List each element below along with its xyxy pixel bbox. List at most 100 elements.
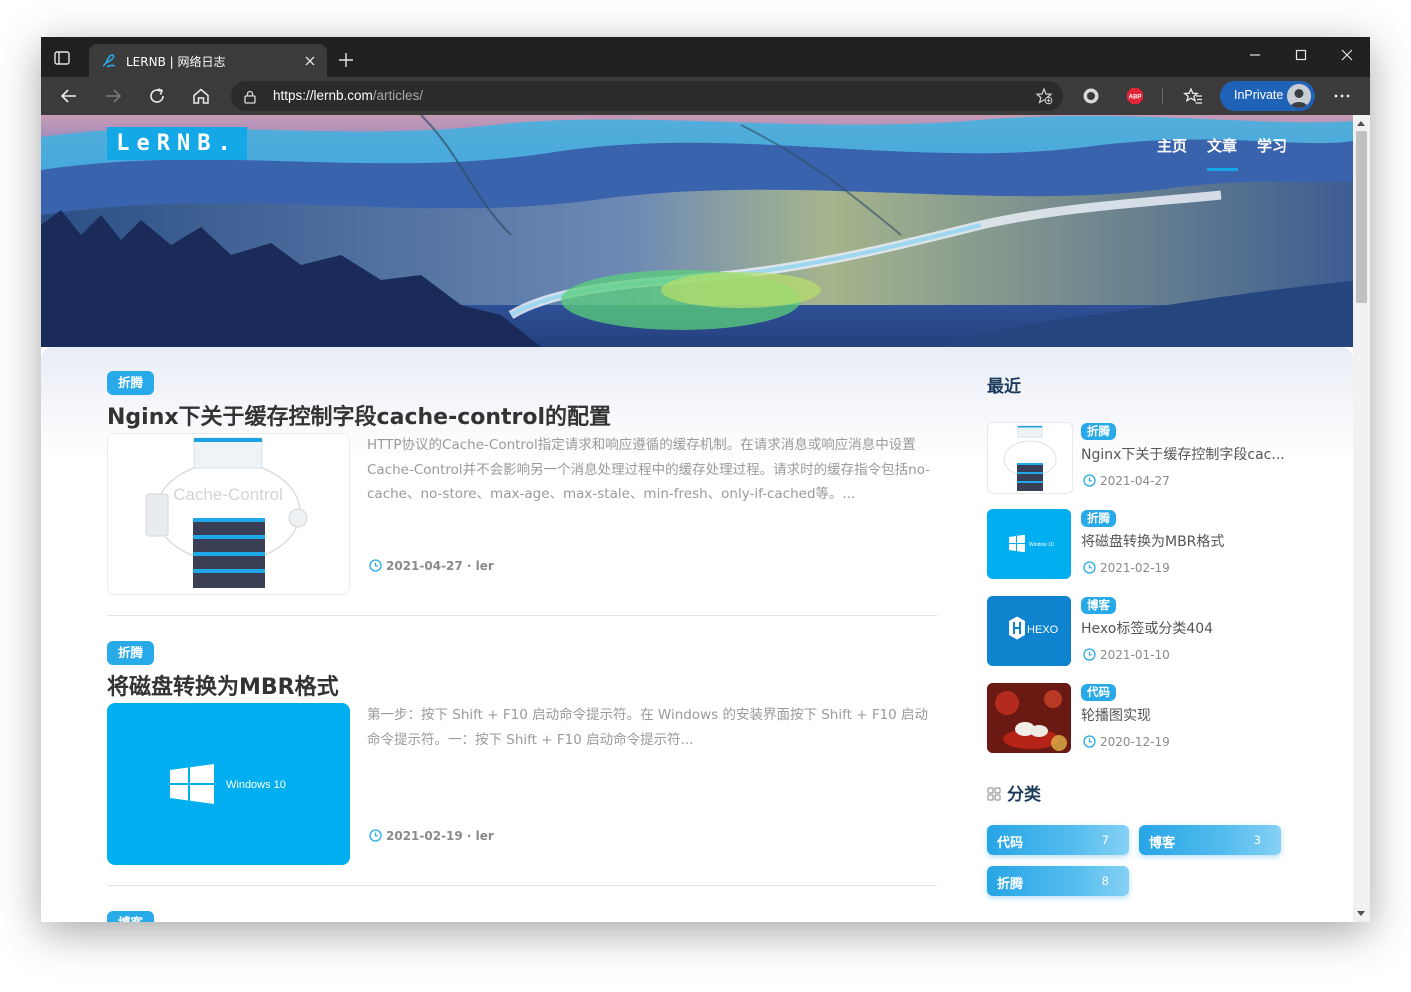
clock-icon xyxy=(1083,648,1096,661)
site-favicon-icon xyxy=(101,53,117,69)
recent-date-text: 2021-02-19 xyxy=(1100,561,1170,575)
article-thumbnail[interactable]: Cache-Control xyxy=(107,433,350,595)
article-thumbnail[interactable]: Windows 10 xyxy=(107,703,350,865)
recent-heading: 最近 xyxy=(987,377,1021,397)
recent-title[interactable]: 轮播图实现 xyxy=(1081,705,1285,725)
maximize-icon[interactable] xyxy=(1289,45,1313,65)
article-divider xyxy=(107,885,937,886)
header-banner: LeRNB. 主页 文章 学习 xyxy=(41,115,1353,347)
page-viewport: LeRNB. 主页 文章 学习 折腾 Nginx下关于缓存控制字段cache-c… xyxy=(41,115,1353,922)
recent-thumbnail[interactable] xyxy=(987,422,1073,494)
more-options-icon[interactable] xyxy=(1332,86,1352,106)
refresh-icon[interactable] xyxy=(147,86,167,106)
article-card: 折腾 将磁盘转换为MBR格式 Windows 10 第一步：按下 Shift +… xyxy=(107,641,937,886)
tab-actions-icon[interactable] xyxy=(53,49,71,67)
new-tab-icon[interactable] xyxy=(337,51,355,69)
nav-active-indicator xyxy=(1207,168,1238,171)
recent-tag[interactable]: 折腾 xyxy=(1081,423,1116,440)
scroll-down-arrow-icon[interactable] xyxy=(1357,911,1365,916)
adblock-icon[interactable]: ABP xyxy=(1125,86,1145,106)
back-icon[interactable] xyxy=(59,86,79,106)
clock-icon xyxy=(369,829,382,842)
extension-record-icon[interactable] xyxy=(1081,86,1101,106)
address-bar[interactable]: https://lernb.com/articles/ xyxy=(231,81,1063,111)
category-chip[interactable]: 折腾 8 xyxy=(987,866,1129,896)
home-icon[interactable] xyxy=(191,86,211,106)
lock-icon[interactable] xyxy=(243,89,257,104)
article-tag[interactable]: 折腾 xyxy=(107,371,155,395)
recent-item[interactable]: Window 10 折腾 将磁盘转换为MBR格式 2021-02-19 xyxy=(987,509,1287,581)
clock-icon xyxy=(1083,561,1096,574)
recent-date-text: 2021-04-27 xyxy=(1100,474,1170,488)
close-tab-icon[interactable] xyxy=(301,52,319,70)
nav-home[interactable]: 主页 xyxy=(1157,135,1187,156)
browser-tab[interactable]: LERNB | 网络日志 xyxy=(89,44,327,78)
page-scrollbar[interactable] xyxy=(1353,115,1370,922)
category-count: 3 xyxy=(1253,833,1261,847)
recent-date: 2021-04-27 xyxy=(1083,474,1170,488)
thumb-caption: Cache-Control xyxy=(173,485,283,504)
recent-item[interactable]: HEXO 博客 Hexo标签或分类404 2021-01-10 xyxy=(987,596,1287,668)
clock-icon xyxy=(1083,474,1096,487)
category-name: 代码 xyxy=(997,836,1024,851)
cache-control-illustration: Cache-Control xyxy=(108,434,349,594)
nav-learn[interactable]: 学习 xyxy=(1257,135,1287,156)
recent-date-text: 2021-01-10 xyxy=(1100,648,1170,662)
title-bar: LERNB | 网络日志 xyxy=(41,37,1370,78)
recent-title[interactable]: Hexo标签或分类404 xyxy=(1081,618,1285,638)
article-card: 博客 xyxy=(107,911,937,922)
recent-item[interactable]: 折腾 Nginx下关于缓存控制字段cac... 2021-04-27 xyxy=(987,422,1287,494)
inprivate-button[interactable]: InPrivate xyxy=(1220,81,1315,111)
category-name: 博客 xyxy=(1149,836,1176,851)
url-host: https://lernb.com xyxy=(273,88,373,103)
inprivate-label: InPrivate xyxy=(1234,88,1284,102)
scroll-up-arrow-icon[interactable] xyxy=(1357,121,1365,126)
category-chip[interactable]: 代码 7 xyxy=(987,825,1129,855)
scrollbar-thumb[interactable] xyxy=(1356,131,1367,303)
forward-icon[interactable] xyxy=(103,86,123,106)
clock-icon xyxy=(369,559,382,572)
recent-tag[interactable]: 折腾 xyxy=(1081,510,1116,527)
categories-heading: 分类 xyxy=(1007,785,1041,805)
recent-thumb-caption: HEXO xyxy=(1027,624,1059,636)
url-text: https://lernb.com/articles/ xyxy=(273,88,423,103)
thumb-caption: Windows 10 xyxy=(226,779,286,791)
favorites-icon[interactable] xyxy=(1183,86,1203,106)
recent-date: 2021-02-19 xyxy=(1083,561,1170,575)
category-name: 折腾 xyxy=(997,877,1024,892)
article-title[interactable]: 将磁盘转换为MBR格式 xyxy=(107,669,339,701)
main-content: 折腾 Nginx下关于缓存控制字段cache-control的配置 Cache-… xyxy=(41,347,1353,922)
recent-tag[interactable]: 博客 xyxy=(1081,597,1116,614)
article-tag[interactable]: 博客 xyxy=(107,911,155,922)
browser-window: LERNB | 网络日志 https://lernb.com/articles/… xyxy=(41,37,1370,922)
article-meta-text: 2021-04-27 · ler xyxy=(386,559,494,573)
nav-articles[interactable]: 文章 xyxy=(1207,135,1237,156)
recent-thumb-caption: Window 10 xyxy=(1029,542,1054,548)
recent-thumbnail[interactable]: Window 10 xyxy=(987,509,1071,579)
article-excerpt: HTTP协议的Cache-Control指定请求和响应遵循的缓存机制。在请求消息… xyxy=(367,437,931,502)
clock-icon xyxy=(1083,735,1096,748)
recent-thumbnail[interactable]: HEXO xyxy=(987,596,1071,666)
category-chip[interactable]: 博客 3 xyxy=(1139,825,1281,855)
article-title[interactable]: Nginx下关于缓存控制字段cache-control的配置 xyxy=(107,399,611,431)
category-count: 7 xyxy=(1101,833,1109,847)
profile-avatar[interactable] xyxy=(1287,84,1311,108)
minimize-icon[interactable] xyxy=(1243,45,1267,65)
site-logo[interactable]: LeRNB. xyxy=(107,127,247,160)
recent-thumbnail[interactable] xyxy=(987,683,1071,753)
grid-icon xyxy=(987,786,1001,801)
article-tag[interactable]: 折腾 xyxy=(107,641,155,665)
article-meta: 2021-04-27 · ler xyxy=(369,559,494,573)
close-window-icon[interactable] xyxy=(1335,45,1359,65)
category-count: 8 xyxy=(1101,874,1109,888)
windows-illustration: Windows 10 xyxy=(108,704,349,864)
article-excerpt: 第一步：按下 Shift + F10 启动命令提示符。在 Windows 的安装… xyxy=(367,707,929,748)
recent-title[interactable]: 将磁盘转换为MBR格式 xyxy=(1081,531,1285,551)
tab-title: LERNB | 网络日志 xyxy=(126,55,226,69)
add-favorite-icon[interactable] xyxy=(1035,87,1053,105)
recent-date: 2020-12-19 xyxy=(1083,735,1170,749)
recent-tag[interactable]: 代码 xyxy=(1081,684,1116,701)
recent-item[interactable]: 代码 轮播图实现 2020-12-19 xyxy=(987,683,1287,755)
recent-title[interactable]: Nginx下关于缓存控制字段cac... xyxy=(1081,444,1285,464)
article-divider xyxy=(107,615,937,616)
